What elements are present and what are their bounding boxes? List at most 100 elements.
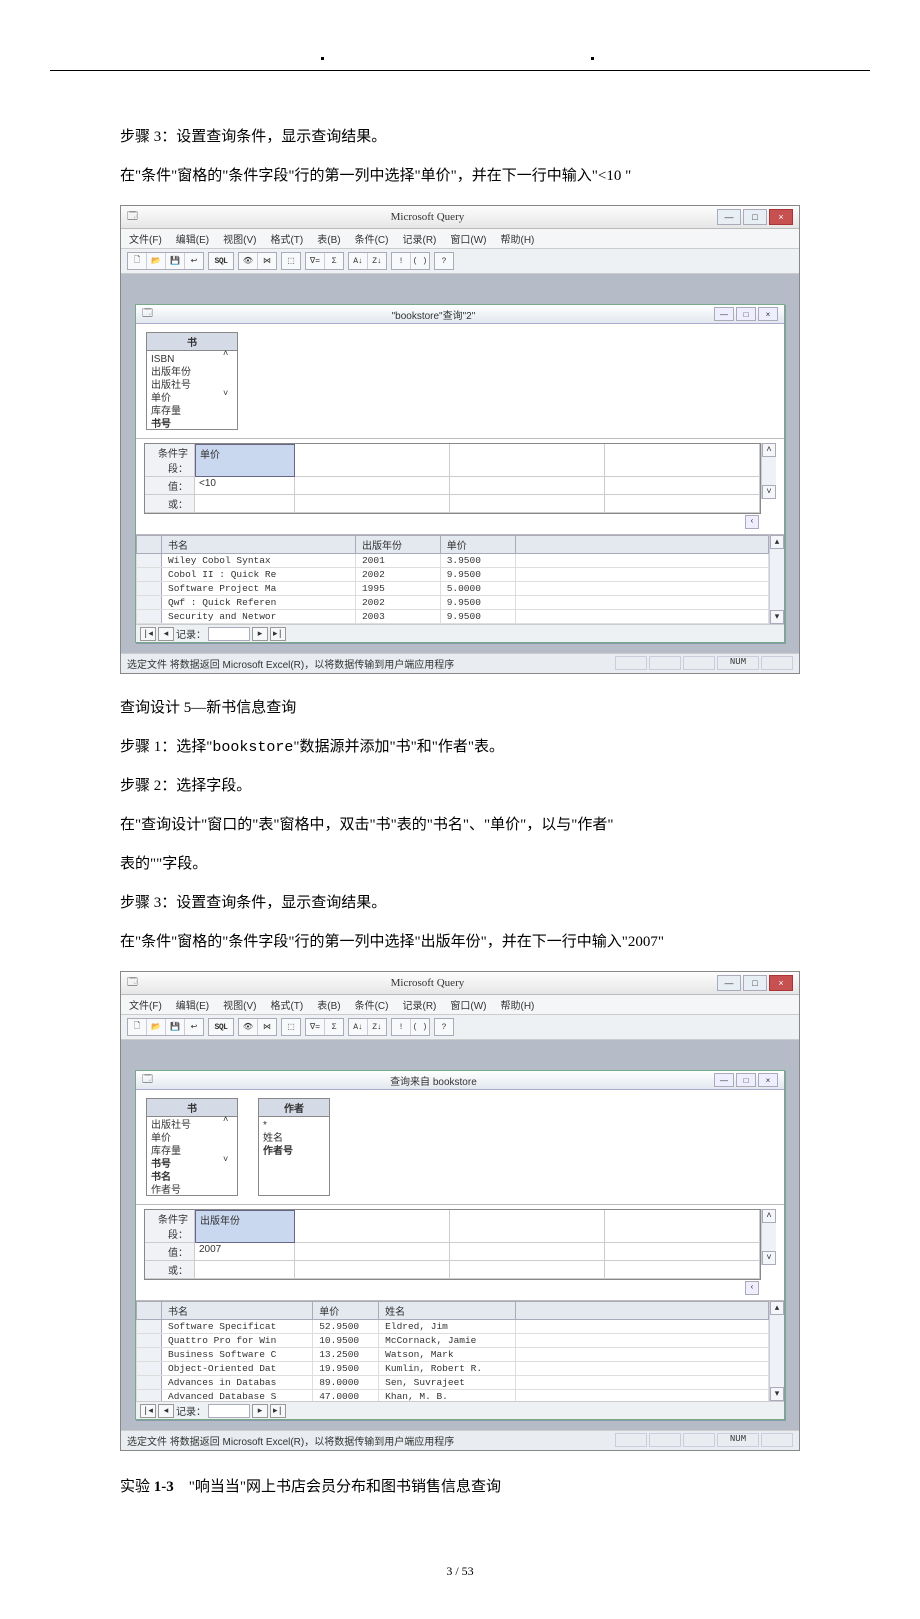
field-item[interactable]: 出版年份 xyxy=(151,366,233,379)
menu-item[interactable]: 窗口(W) xyxy=(450,231,486,246)
table-row[interactable]: Object-Oriented Dat19.9500Kumlin, Robert… xyxy=(137,1362,769,1376)
sql-button[interactable]: SQL xyxy=(209,1019,233,1035)
menu-item[interactable]: 格式(T) xyxy=(270,997,303,1012)
table-row[interactable]: Advanced Database S47.0000Khan, M. B. xyxy=(137,1390,769,1402)
toolbar-button[interactable]: ∇= xyxy=(306,1019,325,1035)
table-row[interactable]: Qwf : Quick Referen20029.9500 xyxy=(137,596,769,610)
column-header[interactable]: 书名 xyxy=(162,536,356,554)
table-row[interactable]: Wiley Cobol Syntax20013.9500 xyxy=(137,554,769,568)
menu-item[interactable]: 编辑(E) xyxy=(176,997,209,1012)
menu-item[interactable]: 视图(V) xyxy=(223,231,256,246)
minimize-button[interactable]: — xyxy=(717,209,741,225)
vscroll-up-icon[interactable]: ▴ xyxy=(770,1301,784,1315)
field-item[interactable]: 库存量 xyxy=(151,1145,233,1158)
vscroll-up-icon[interactable]: ˄ xyxy=(762,443,776,457)
menu-item[interactable]: 视图(V) xyxy=(223,997,256,1012)
table-row[interactable]: Advances in Databas89.0000Sen, Suvrajeet xyxy=(137,1376,769,1390)
field-item[interactable]: 书号 xyxy=(151,418,233,429)
criteria-or-1[interactable] xyxy=(195,495,295,513)
menu-item[interactable]: 表(B) xyxy=(317,231,340,246)
toolbar-button[interactable]: Σ xyxy=(325,253,343,269)
field-item[interactable]: 单价 xyxy=(151,392,233,405)
results-grid[interactable]: 书名单价姓名Software Specificat52.9500Eldred, … xyxy=(136,1301,769,1401)
inner-minimize[interactable]: — xyxy=(714,307,734,321)
close-button[interactable]: × xyxy=(769,209,793,225)
column-header[interactable]: 单价 xyxy=(313,1302,379,1320)
field-item[interactable]: 作者号 xyxy=(151,1184,233,1195)
toolbar-button[interactable]: ( ) xyxy=(411,1019,429,1035)
table-row[interactable]: Security and Networ20039.9500 xyxy=(137,610,769,624)
criteria-field-1[interactable]: 单价 xyxy=(195,444,295,477)
nav-first-button[interactable]: |◂ xyxy=(140,1404,156,1418)
menu-item[interactable]: 编辑(E) xyxy=(176,231,209,246)
vscroll-up-icon[interactable]: ▴ xyxy=(770,535,784,549)
inner-minimize[interactable]: — xyxy=(714,1073,734,1087)
menu-item[interactable]: 帮助(H) xyxy=(500,231,534,246)
table-row[interactable]: Software Specificat52.9500Eldred, Jim xyxy=(137,1320,769,1334)
menu-item[interactable]: 记录(R) xyxy=(402,997,436,1012)
record-number-input[interactable] xyxy=(208,627,250,641)
field-item[interactable]: 出版社号 xyxy=(151,379,233,392)
menu-item[interactable]: 条件(C) xyxy=(355,231,389,246)
nav-last-button[interactable]: ▸| xyxy=(270,627,286,641)
nav-prev-button[interactable]: ◂ xyxy=(158,1404,174,1418)
vscroll-down-icon[interactable]: ▾ xyxy=(770,610,784,624)
menu-item[interactable]: 文件(F) xyxy=(129,231,162,246)
table-row[interactable]: Cobol II : Quick Re20029.9500 xyxy=(137,568,769,582)
menu-item[interactable]: 文件(F) xyxy=(129,997,162,1012)
toolbar-button[interactable]: 👁 xyxy=(239,1019,258,1035)
inner-close[interactable]: × xyxy=(758,1073,778,1087)
close-button[interactable]: × xyxy=(769,975,793,991)
maximize-button[interactable]: □ xyxy=(743,209,767,225)
inner-maximize[interactable]: □ xyxy=(736,1073,756,1087)
nav-first-button[interactable]: |◂ xyxy=(140,627,156,641)
table-row[interactable]: Business Software C13.2500Watson, Mark xyxy=(137,1348,769,1362)
criteria-field-1[interactable]: 出版年份 xyxy=(195,1210,295,1243)
table-box-book[interactable]: 书 出版社号单价库存量书号书名作者号 ˄˅ xyxy=(146,1098,238,1196)
toolbar-button[interactable]: ⬚ xyxy=(282,253,300,269)
sql-button[interactable]: SQL xyxy=(209,253,233,269)
table-box-book[interactable]: 书 ISBN出版年份出版社号单价库存量书号 ˄˅ xyxy=(146,332,238,430)
toolbar-button[interactable]: 💾 xyxy=(166,253,185,269)
nav-prev-button[interactable]: ◂ xyxy=(158,627,174,641)
scroll-up-icon[interactable]: ˄ xyxy=(223,348,235,358)
toolbar-button[interactable]: ? xyxy=(435,253,453,269)
vscroll-down-icon[interactable]: ▾ xyxy=(770,1387,784,1401)
field-item[interactable]: 书名 xyxy=(151,1171,233,1184)
field-item[interactable]: * xyxy=(263,1119,325,1132)
field-item[interactable]: ISBN xyxy=(151,353,233,366)
menu-item[interactable]: 窗口(W) xyxy=(450,997,486,1012)
scroll-down-icon[interactable]: ˅ xyxy=(223,1154,235,1164)
column-header[interactable]: 书名 xyxy=(162,1302,313,1320)
toolbar-button[interactable]: ? xyxy=(435,1019,453,1035)
nav-next-button[interactable]: ▸ xyxy=(252,627,268,641)
toolbar-button[interactable]: ⬚ xyxy=(282,1019,300,1035)
menu-item[interactable]: 表(B) xyxy=(317,997,340,1012)
field-item[interactable]: 作者号 xyxy=(263,1145,325,1158)
minimize-button[interactable]: — xyxy=(717,975,741,991)
toolbar-button[interactable]: ( ) xyxy=(411,253,429,269)
nav-last-button[interactable]: ▸| xyxy=(270,1404,286,1418)
menu-item[interactable]: 帮助(H) xyxy=(500,997,534,1012)
menu-item[interactable]: 记录(R) xyxy=(402,231,436,246)
menu-item[interactable]: 条件(C) xyxy=(355,997,389,1012)
vscroll-up-icon[interactable]: ˄ xyxy=(762,1209,776,1223)
record-number-input[interactable] xyxy=(208,1404,250,1418)
criteria-value-1[interactable]: <10 xyxy=(195,477,295,495)
inner-close[interactable]: × xyxy=(758,307,778,321)
scroll-up-icon[interactable]: ˄ xyxy=(223,1114,235,1124)
column-header[interactable]: 姓名 xyxy=(379,1302,516,1320)
column-header[interactable]: 单价 xyxy=(440,536,516,554)
field-item[interactable]: 姓名 xyxy=(263,1132,325,1145)
toolbar-button[interactable]: 👁 xyxy=(239,253,258,269)
toolbar-button[interactable]: 💾 xyxy=(166,1019,185,1035)
criteria-or-1[interactable] xyxy=(195,1261,295,1279)
table-box-author[interactable]: 作者 *姓名作者号 xyxy=(258,1098,330,1196)
inner-maximize[interactable]: □ xyxy=(736,307,756,321)
field-item[interactable]: 单价 xyxy=(151,1132,233,1145)
toolbar-button[interactable]: ! xyxy=(392,253,411,269)
criteria-value-1[interactable]: 2007 xyxy=(195,1243,295,1261)
toolbar-button[interactable]: Z↓ xyxy=(368,253,386,269)
toolbar-button[interactable]: 📂 xyxy=(147,253,166,269)
field-item[interactable]: 库存量 xyxy=(151,405,233,418)
